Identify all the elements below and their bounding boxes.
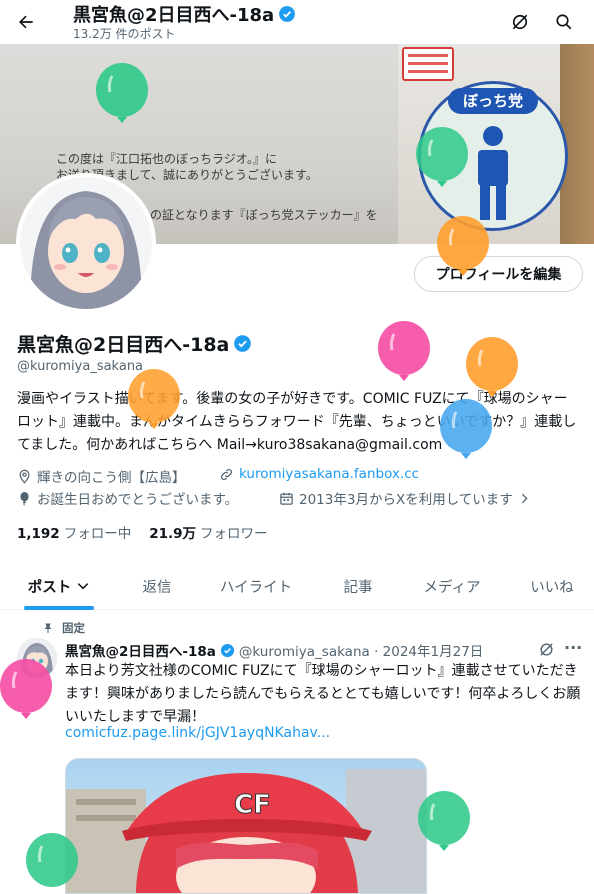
tweet-header: 黒宮魚@2日目西へ-18a @kuromiya_sakana · 2024年1月… — [65, 640, 483, 660]
verified-badge-icon — [279, 6, 296, 22]
post-count: 13.2万 件のポスト — [73, 27, 176, 41]
display-name-text: 黒宮魚@2日目西へ-18a — [17, 334, 230, 356]
follow-stats: 1,192 フォロー中 21.9万 フォロワー — [17, 522, 268, 542]
tab-posts[interactable]: ポスト — [16, 562, 102, 610]
followers-link[interactable]: 21.9万 フォロワー — [149, 522, 267, 542]
balloon-icon — [20, 491, 29, 506]
banner-letter-line: この度は『江口拓也のぼっちラジオ。』に — [56, 152, 278, 166]
arrow-left-icon — [19, 15, 33, 29]
edit-profile-button[interactable]: プロフィールを編集 — [414, 256, 583, 292]
profile-tabs: ポスト 返信 ハイライト 記事 メディア いいね — [0, 562, 594, 610]
tab-highlights[interactable]: ハイライト — [206, 562, 306, 610]
search-button[interactable] — [548, 6, 580, 38]
tweet-illustration: CF — [66, 769, 426, 893]
birthday-balloon — [378, 321, 430, 381]
tweet-handle-date[interactable]: @kuromiya_sakana · 2024年1月27日 — [239, 640, 483, 660]
tab-media[interactable]: メディア — [408, 562, 496, 610]
profile-handle: @kuromiya_sakana — [17, 359, 144, 374]
header-title: 黒宮魚@2日目西へ-18a — [73, 1, 296, 27]
tab-label: ポスト — [27, 579, 72, 596]
grok-icon — [512, 14, 528, 30]
header-display-name: 黒宮魚@2日目西へ-18a — [73, 5, 275, 26]
pin-icon — [44, 623, 52, 633]
sticker-label — [402, 47, 454, 81]
back-button[interactable] — [10, 6, 42, 38]
location-text: 輝きの向こう側【広島】 — [37, 470, 186, 486]
tweet-avatar[interactable] — [17, 638, 57, 678]
tab-replies[interactable]: 返信 — [122, 562, 192, 610]
tab-likes[interactable]: いいね — [512, 562, 592, 610]
profile-avatar[interactable] — [16, 173, 156, 313]
verified-badge-icon — [220, 643, 234, 657]
calendar-icon — [280, 492, 293, 505]
followers-label: フォロワー — [200, 526, 268, 542]
avatar-illustration — [20, 177, 152, 309]
grok-button[interactable] — [504, 6, 536, 38]
verified-badge-icon[interactable] — [233, 334, 252, 353]
profile-website[interactable]: kuromiyasakana.fanbox.cc — [219, 466, 419, 482]
following-label: フォロー中 — [63, 526, 132, 542]
birthday-text: お誕生日おめでとうございます。 — [37, 492, 239, 508]
following-link[interactable]: 1,192 フォロー中 — [17, 522, 131, 542]
grok-icon[interactable] — [538, 641, 555, 658]
tweet-avatar-illustration — [17, 638, 57, 678]
profile-header: 黒宮魚@2日目西へ-18a 13.2万 件のポスト — [0, 0, 594, 44]
tweet-more-button[interactable]: ··· — [564, 638, 582, 657]
link-icon — [221, 468, 232, 480]
chevron-down-icon — [78, 583, 89, 590]
followers-count: 21.9万 — [149, 526, 197, 542]
profile-birthday: お誕生日おめでとうございます。 — [17, 488, 238, 508]
banner-letter-line: の証となります『ぼっち党ステッカー』を — [150, 208, 378, 222]
tweet-image[interactable]: CF — [65, 758, 427, 894]
location-pin-icon — [19, 469, 30, 484]
tab-articles[interactable]: 記事 — [320, 562, 396, 610]
joined-text: 2013年3月からXを利用しています — [299, 492, 513, 508]
tweet-text: 本日より芳文社様のCOMIC FUZにて『球場のシャーロット』連載させていただき… — [65, 663, 581, 725]
search-icon — [556, 14, 572, 30]
pinned-label: 固定 — [62, 621, 85, 635]
tweet-link[interactable]: comicfuz.page.link/jGJV1ayqNKahav... — [65, 725, 330, 741]
svg-text:CF: CF — [234, 790, 271, 820]
tweet-author-name[interactable]: 黒宮魚@2日目西へ-18a — [65, 640, 216, 660]
profile-joined[interactable]: 2013年3月からXを利用しています — [279, 488, 531, 508]
sticker-figure-icon — [478, 126, 508, 220]
sticker-title: ぼっち党 — [448, 88, 538, 114]
website-link[interactable]: kuromiyasakana.fanbox.cc — [239, 466, 419, 482]
chevron-right-icon — [521, 493, 528, 503]
profile-location: 輝きの向こう側【広島】 — [17, 466, 186, 486]
profile-display-name: 黒宮魚@2日目西へ-18a — [17, 330, 252, 357]
pinned-indicator: 固定 — [42, 620, 85, 636]
following-count: 1,192 — [17, 526, 60, 542]
active-tab-indicator — [24, 606, 94, 610]
profile-bio: 漫画やイラスト描いてます。後輩の女の子が好きです。COMIC FUZにて『球場の… — [17, 391, 577, 453]
